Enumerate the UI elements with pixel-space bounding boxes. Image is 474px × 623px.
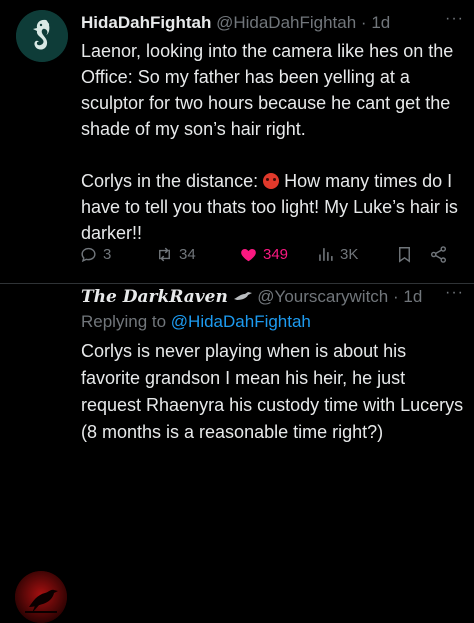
angry-face-emoji [263,173,280,189]
repost-button[interactable]: 34 [155,242,196,266]
timestamp[interactable]: 1d [371,13,390,32]
replying-to-label: Replying to [81,312,171,331]
views-count: 3K [340,245,359,263]
heart-icon [241,248,256,261]
seahorse-icon [16,10,68,62]
reply-icon [81,247,96,262]
display-name[interactable]: HidaDahFightah [81,13,211,32]
tweet-text: Corlys is never playing when is about hi… [81,341,469,442]
tweet-header: The DarkRaven @Yourscarywitch · 1d ··· [81,284,464,310]
replying-to: Replying to @HidaDahFightah [81,310,311,334]
timestamp[interactable]: 1d [403,287,422,306]
more-options-icon[interactable]: ··· [445,282,464,304]
replying-to-link[interactable]: @HidaDahFightah [171,312,311,331]
tweet-text: Laenor, looking into the camera like hes… [81,38,467,246]
separator-dot: · [392,287,399,306]
tweet-text-part1: Laenor, looking into the camera like hes… [81,41,454,191]
action-bar: 3 34 349 3K [79,242,459,266]
raven-icon [233,292,252,300]
like-button[interactable]: 349 [239,242,288,266]
handle[interactable]: @Yourscarywitch [257,287,388,306]
handle[interactable]: @HidaDahFightah [216,13,356,32]
tweet-header: HidaDahFightah @HidaDahFightah · 1d ··· [81,10,464,36]
display-name[interactable]: The DarkRaven [81,287,228,307]
bookmark-icon [399,246,410,263]
reply-button[interactable]: 3 [79,242,111,266]
like-count: 349 [263,245,289,263]
share-button[interactable] [429,242,448,266]
raven-avatar-icon [15,571,67,623]
repost-icon [159,247,170,261]
repost-count: 34 [179,245,196,263]
tweet-reply[interactable]: The DarkRaven @Yourscarywitch · 1d ··· R… [0,284,474,623]
share-icon [430,245,447,263]
tweet-main[interactable]: HidaDahFightah @HidaDahFightah · 1d ··· … [0,0,474,284]
more-options-icon[interactable]: ··· [445,8,464,30]
separator-dot: · [360,13,367,32]
reply-count: 3 [103,245,112,263]
views-icon [319,247,333,261]
bookmark-button[interactable] [395,242,414,266]
avatar[interactable] [15,571,67,623]
views-button[interactable]: 3K [316,242,358,266]
avatar[interactable] [16,10,68,62]
